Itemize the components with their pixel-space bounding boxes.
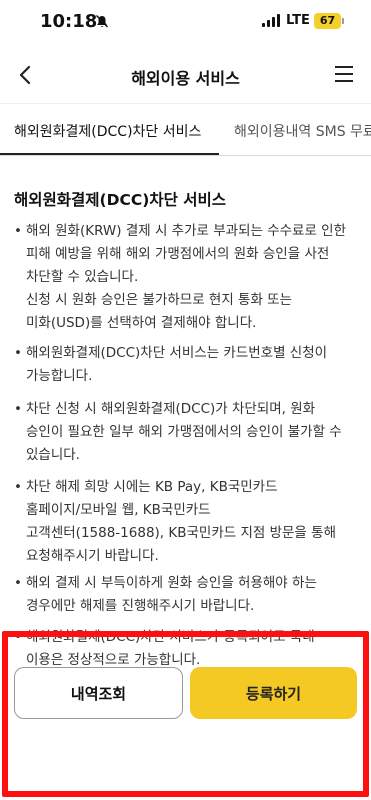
tab-dcc-block[interactable]: 해외원화결제(DCC)차단 서비스	[14, 121, 201, 141]
text-line: 경우에만 해제를 진행해주시기 바랍니다.	[26, 598, 255, 614]
register-button[interactable]: 등록하기	[190, 667, 357, 719]
status-bar: 10:18 LTE 67	[0, 0, 371, 46]
signal-icon	[262, 14, 280, 27]
text-line: 미화(USD)를 선택하여 결제해야 합니다.	[26, 315, 257, 331]
bell-mute-icon	[96, 15, 108, 28]
text-line: 차단 신청 시 해외원화결제(DCC)가 차단되며, 원화	[26, 401, 316, 417]
bullet-dot: •	[14, 401, 22, 417]
text-line: 해외 원화(KRW) 결제 시 추가로 부과되는 수수료로 인한	[26, 223, 347, 239]
status-time: 10:18	[40, 11, 98, 32]
text-line: 피해 예방을 위해 해외 가맹점에서의 원화 승인을 사전	[26, 246, 330, 262]
text-line: 가능합니다.	[26, 368, 93, 384]
action-bar: 내역조회 등록하기	[0, 630, 371, 800]
page-title: 해외이용 서비스	[131, 69, 240, 88]
text-line: 승인이 필요한 일부 해외 가맹점에서의 승인이 불가할 수	[26, 424, 342, 440]
section-title: 해외원화결제(DCC)차단 서비스	[14, 191, 227, 209]
bullet-dot: •	[14, 223, 22, 239]
text-line: 차단 해제 희망 시에는 KB Pay, KB국민카드	[26, 479, 278, 495]
text-line: 고객센터(1588-1688), KB국민카드 지점 방문을 통해	[26, 525, 336, 541]
bullet-dot: •	[14, 575, 22, 591]
text-line: 신청 시 원화 승인은 불가하므로 현지 통화 또는	[26, 292, 293, 308]
menu-icon	[335, 66, 353, 68]
tab-bar: 해외원화결제(DCC)차단 서비스 해외이용내역 SMS 무료	[0, 104, 371, 156]
tab-overseas-sms[interactable]: 해외이용내역 SMS 무료	[234, 121, 371, 141]
text-line: 차단할 수 있습니다.	[26, 269, 139, 285]
bullet-dot: •	[14, 345, 22, 361]
battery-tip	[342, 18, 344, 24]
history-button[interactable]: 내역조회	[14, 667, 183, 719]
text-line: 요청해주시기 바랍니다.	[26, 548, 159, 564]
app-header: 해외이용 서비스	[0, 46, 371, 104]
menu-icon-bar	[335, 73, 353, 75]
network-type: LTE	[286, 13, 310, 28]
text-line: 해외 결제 시 부득이하게 원화 승인을 허용해야 하는	[26, 575, 317, 591]
menu-button[interactable]	[335, 63, 357, 85]
active-tab-indicator	[0, 153, 219, 155]
text-line: 홈페이지/모바일 웹, KB국민카드	[26, 502, 211, 518]
battery-icon: 67	[314, 13, 341, 29]
text-line: 해외원화결제(DCC)차단 서비스는 카드번호별 신청이	[26, 345, 328, 361]
menu-icon-bar	[335, 80, 353, 82]
text-line: 있습니다.	[26, 447, 80, 463]
bullet-dot: •	[14, 479, 22, 495]
